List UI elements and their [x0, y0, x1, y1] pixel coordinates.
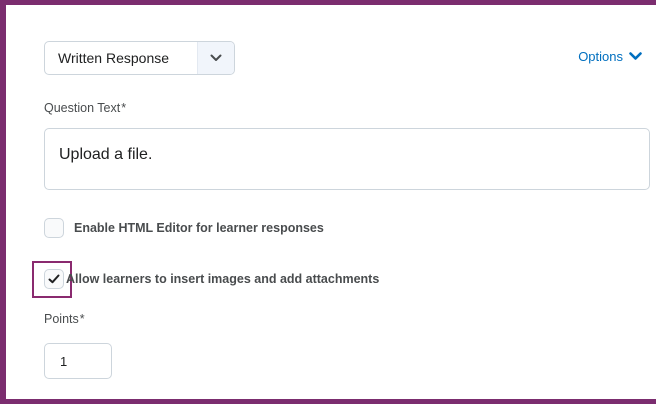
- html-editor-option: Enable HTML Editor for learner responses: [44, 218, 324, 238]
- chevron-down-icon: [629, 49, 642, 64]
- points-value: 1: [60, 354, 68, 369]
- html-editor-label: Enable HTML Editor for learner responses: [74, 221, 324, 235]
- attachments-label: Allow learners to insert images and add …: [66, 272, 380, 286]
- required-marker: *: [121, 101, 127, 115]
- html-editor-checkbox[interactable]: [44, 218, 64, 238]
- points-label-text: Points: [44, 312, 79, 326]
- attachments-checkbox[interactable]: [44, 269, 64, 289]
- question-type-select[interactable]: Written Response: [44, 41, 235, 75]
- options-menu-button[interactable]: Options: [578, 49, 642, 64]
- points-input[interactable]: 1: [44, 343, 112, 379]
- question-text-value: Upload a file.: [59, 146, 153, 163]
- question-text-label-text: Question Text: [44, 101, 121, 115]
- question-text-field[interactable]: Upload a file.: [44, 128, 650, 190]
- required-marker: *: [79, 312, 85, 326]
- chevron-down-icon[interactable]: [197, 42, 234, 74]
- points-label: Points*: [44, 312, 85, 326]
- question-type-value: Written Response: [58, 50, 170, 66]
- attachments-option: Allow learners to insert images and add …: [44, 269, 379, 289]
- options-label: Options: [578, 49, 623, 64]
- checkmark-icon: [48, 274, 60, 284]
- question-text-label: Question Text*: [44, 101, 126, 115]
- question-editor-panel: Written Response Options Question Text* …: [0, 0, 656, 404]
